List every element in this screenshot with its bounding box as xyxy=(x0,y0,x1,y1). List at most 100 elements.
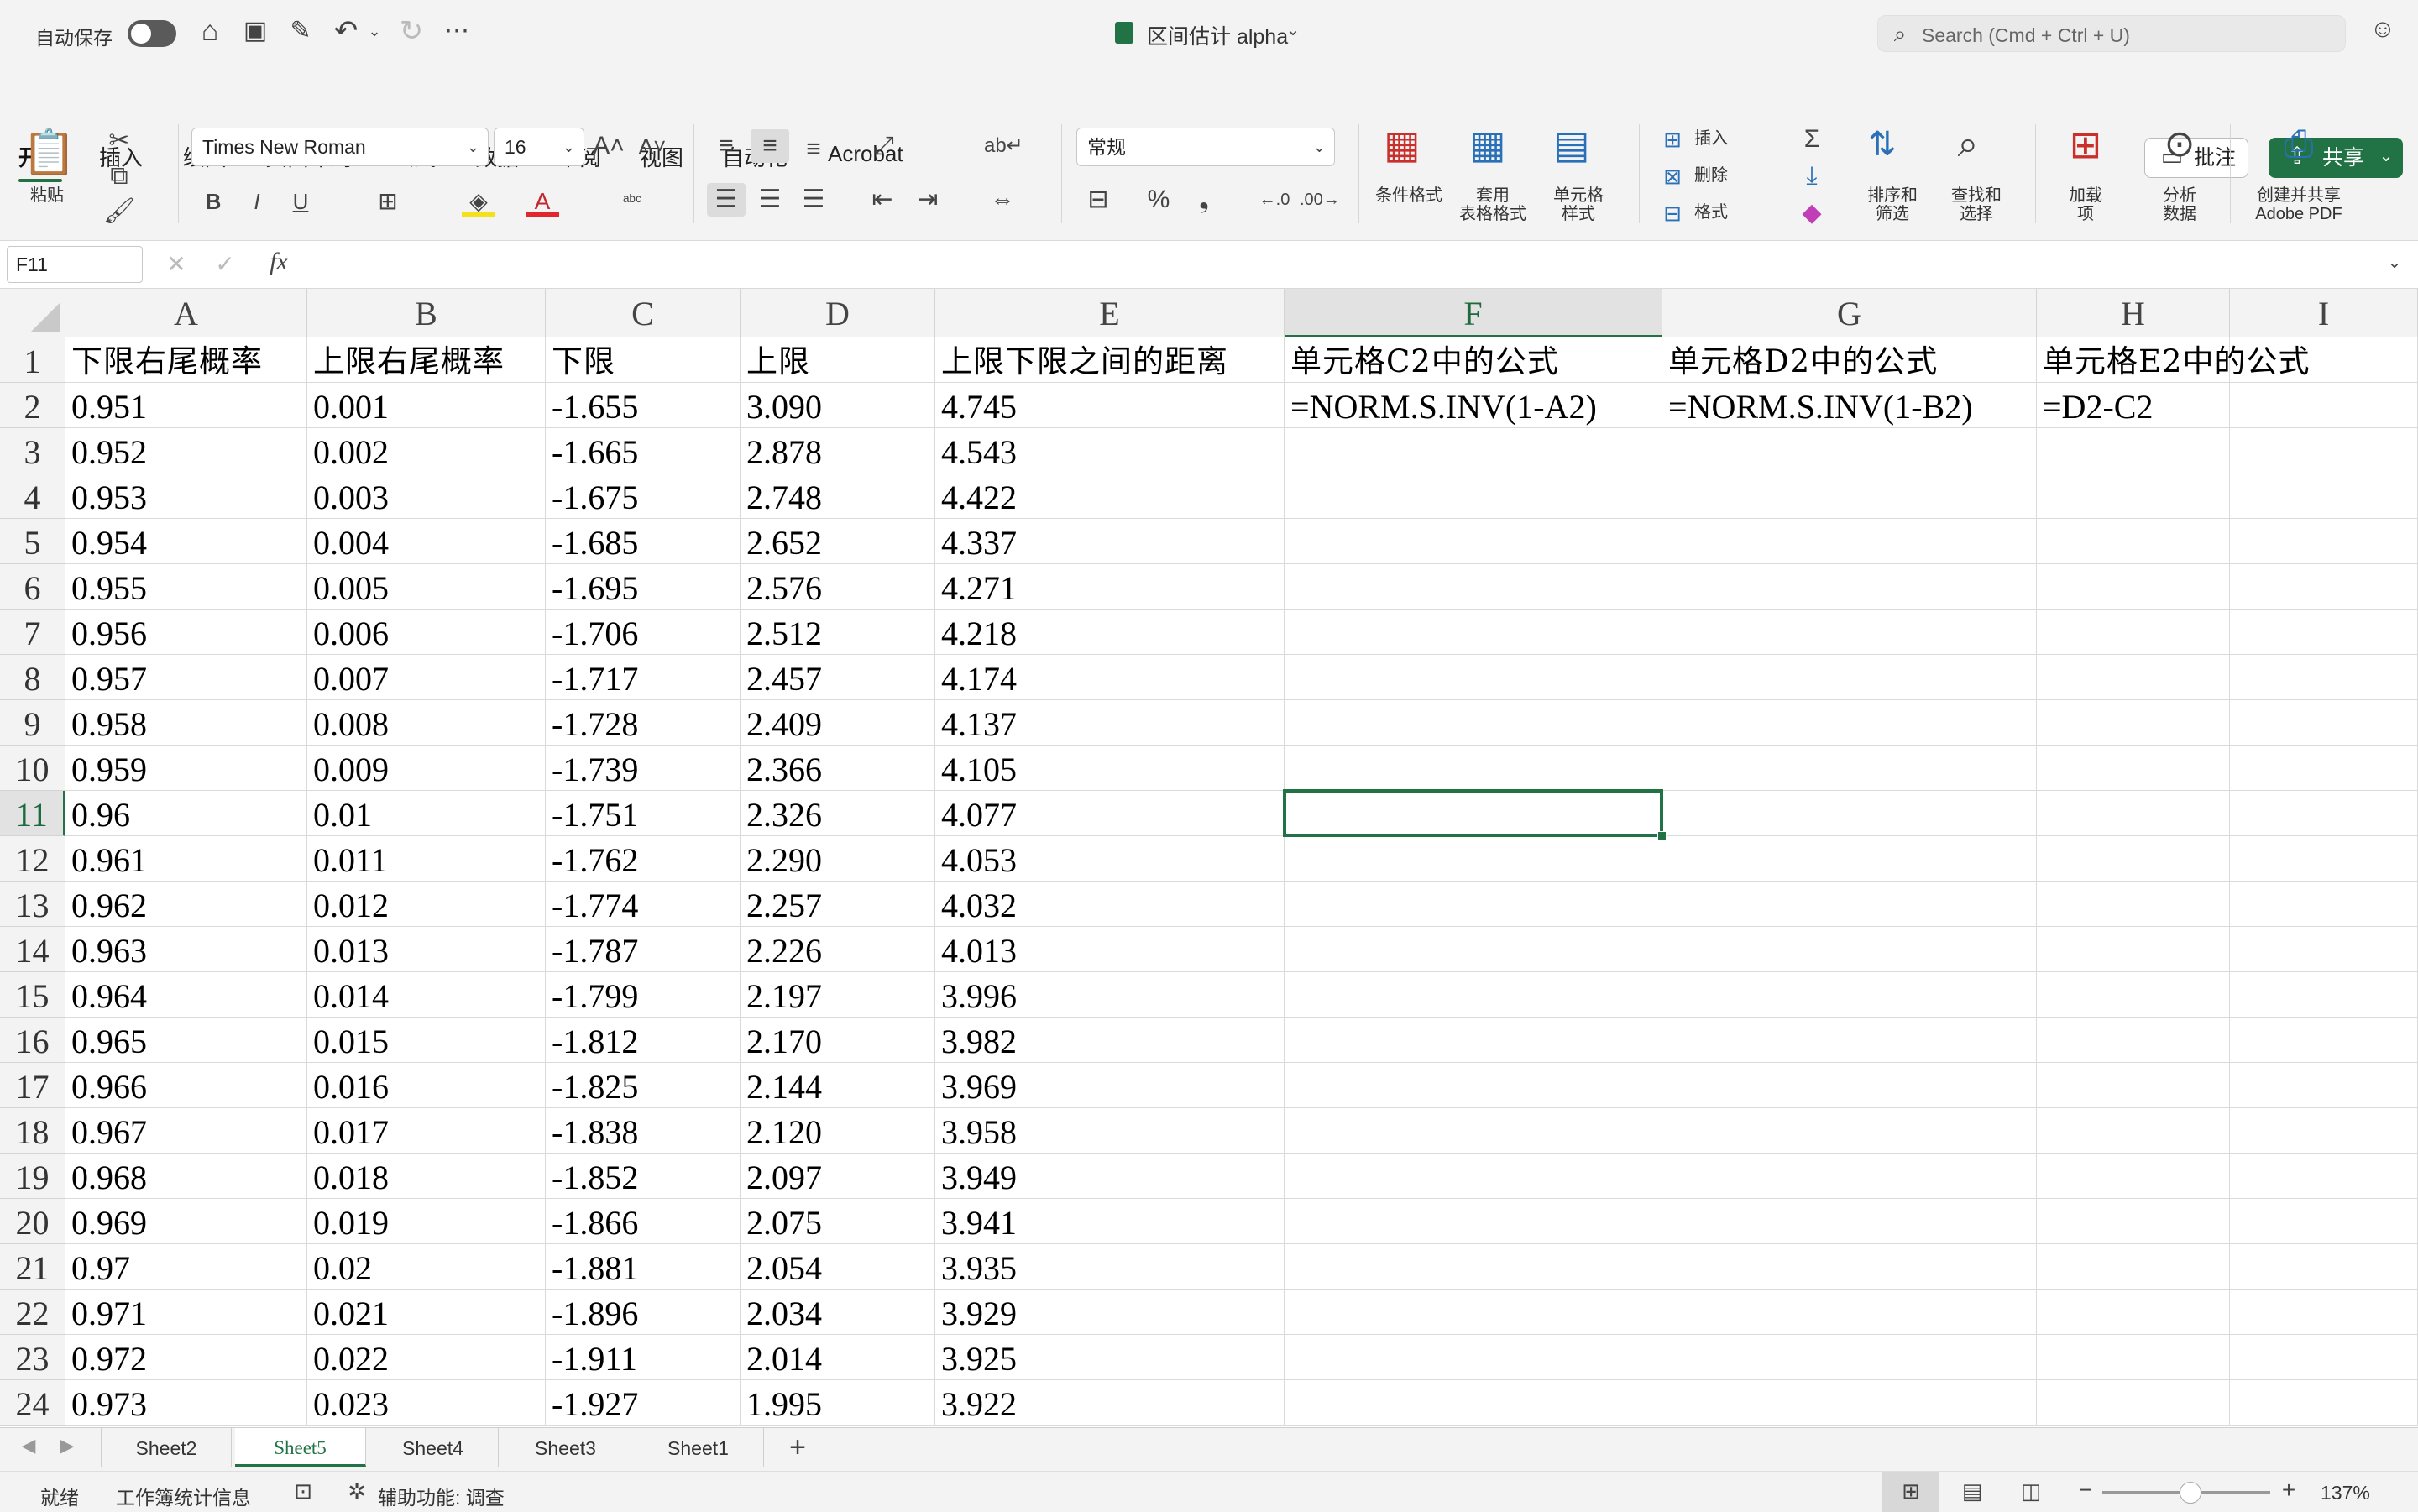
table-cell[interactable] xyxy=(2230,1154,2418,1199)
table-cell[interactable]: 0.01 xyxy=(307,791,546,836)
copy-icon[interactable]: ⧉ xyxy=(102,160,136,193)
table-cell[interactable] xyxy=(2037,610,2230,655)
table-cell[interactable] xyxy=(1285,700,1662,746)
table-cell[interactable]: 3.958 xyxy=(935,1108,1285,1154)
table-cell[interactable] xyxy=(2037,1063,2230,1108)
table-cell[interactable] xyxy=(1285,1244,1662,1290)
table-cell[interactable]: 0.022 xyxy=(307,1335,546,1380)
column-header[interactable]: H xyxy=(2037,289,2230,337)
table-cell[interactable]: 2.226 xyxy=(741,927,935,972)
row-header[interactable]: 17 xyxy=(0,1063,65,1108)
table-cell[interactable] xyxy=(2037,791,2230,836)
sheet-tab-sheet2[interactable]: Sheet2 xyxy=(101,1428,232,1467)
table-cell[interactable]: 2.878 xyxy=(741,428,935,473)
conditional-format-icon[interactable]: ▦ xyxy=(1375,125,1429,175)
table-cell[interactable] xyxy=(2230,655,2418,700)
table-cell[interactable]: =NORM.S.INV(1-A2) xyxy=(1285,383,1662,428)
header-cell[interactable] xyxy=(2230,337,2418,383)
table-cell[interactable]: =D2-C2 xyxy=(2037,383,2230,428)
table-cell[interactable]: 2.366 xyxy=(741,746,935,791)
row-header[interactable]: 24 xyxy=(0,1380,65,1426)
table-cell[interactable] xyxy=(1285,1335,1662,1380)
table-cell[interactable]: 1.995 xyxy=(741,1380,935,1426)
search-box[interactable]: ⌕ Search (Cmd + Ctrl + U) xyxy=(1877,15,2346,52)
table-cell[interactable]: 2.409 xyxy=(741,700,935,746)
table-cell[interactable] xyxy=(1285,1018,1662,1063)
table-cell[interactable]: -1.751 xyxy=(546,791,741,836)
table-cell[interactable] xyxy=(1662,836,2037,882)
table-cell[interactable]: 0.963 xyxy=(65,927,307,972)
redo-icon[interactable]: ↻ xyxy=(395,17,428,45)
table-cell[interactable]: 0.018 xyxy=(307,1154,546,1199)
create-pdf-icon[interactable]: ⎙ xyxy=(2272,126,2326,175)
paste-icon[interactable]: 📋 xyxy=(22,128,76,178)
table-cell[interactable]: 3.941 xyxy=(935,1199,1285,1244)
table-cell[interactable] xyxy=(2230,972,2418,1018)
find-select-label-2[interactable]: 选择 xyxy=(1936,205,2017,223)
phonetic-icon[interactable]: ᵃᵇᶜ xyxy=(613,185,652,218)
align-middle-icon[interactable]: ≡ xyxy=(751,129,789,163)
underline-icon[interactable]: U xyxy=(285,185,316,218)
number-format-combo[interactable]: 常规 ⌄ xyxy=(1076,128,1335,166)
table-cell[interactable]: -1.762 xyxy=(546,836,741,882)
table-cell[interactable] xyxy=(2037,836,2230,882)
header-cell[interactable]: 单元格E2中的公式 xyxy=(2037,337,2310,383)
row-header[interactable]: 23 xyxy=(0,1335,65,1380)
table-cell[interactable]: 3.925 xyxy=(935,1335,1285,1380)
table-cell[interactable]: -1.812 xyxy=(546,1018,741,1063)
table-cell[interactable]: 4.174 xyxy=(935,655,1285,700)
table-cell[interactable]: 3.935 xyxy=(935,1244,1285,1290)
table-cell[interactable]: -1.787 xyxy=(546,927,741,972)
row-header[interactable]: 3 xyxy=(0,428,65,473)
analyze-data-icon[interactable]: ⊙ xyxy=(2153,126,2206,175)
cell-styles-label-2[interactable]: 样式 xyxy=(1538,205,1619,223)
row-header[interactable]: 19 xyxy=(0,1154,65,1199)
title-chevron-down-icon[interactable]: ⌄ xyxy=(1285,22,1301,39)
table-cell[interactable] xyxy=(2230,564,2418,610)
add-sheet-icon[interactable]: + xyxy=(781,1433,814,1462)
align-bottom-icon[interactable]: ≡ xyxy=(796,133,831,166)
table-cell[interactable]: 0.956 xyxy=(65,610,307,655)
align-left-icon[interactable]: ☰ xyxy=(707,183,746,217)
table-cell[interactable] xyxy=(1662,1108,2037,1154)
column-header[interactable]: F xyxy=(1285,289,1662,337)
header-cell[interactable]: 下限 xyxy=(546,337,741,383)
sort-filter-label-1[interactable]: 排序和 xyxy=(1852,186,1933,205)
table-cell[interactable]: -1.825 xyxy=(546,1063,741,1108)
table-cell[interactable] xyxy=(2037,882,2230,927)
table-cell[interactable]: 2.652 xyxy=(741,519,935,564)
table-cell[interactable]: 2.075 xyxy=(741,1199,935,1244)
table-cell[interactable]: 0.973 xyxy=(65,1380,307,1426)
table-cell[interactable] xyxy=(2230,836,2418,882)
table-cell[interactable]: -1.866 xyxy=(546,1199,741,1244)
sheet-tab-sheet3[interactable]: Sheet3 xyxy=(500,1428,631,1467)
table-cell[interactable]: -1.665 xyxy=(546,428,741,473)
analyze-data-label-2[interactable]: 数据 xyxy=(2139,205,2220,223)
table-cell[interactable] xyxy=(2230,428,2418,473)
table-cell[interactable]: 0.959 xyxy=(65,746,307,791)
percent-icon[interactable]: % xyxy=(1142,183,1175,217)
table-cell[interactable] xyxy=(1662,1154,2037,1199)
table-cell[interactable]: 2.512 xyxy=(741,610,935,655)
header-cell[interactable]: 上限 xyxy=(741,337,935,383)
align-center-icon[interactable]: ☰ xyxy=(752,183,788,217)
table-cell[interactable]: 0.015 xyxy=(307,1018,546,1063)
column-header[interactable]: E xyxy=(935,289,1285,337)
row-header[interactable]: 1 xyxy=(0,337,65,383)
table-cell[interactable] xyxy=(2230,1244,2418,1290)
sheet-tab-sheet4[interactable]: Sheet4 xyxy=(368,1428,499,1467)
table-cell[interactable] xyxy=(1662,972,2037,1018)
italic-icon[interactable]: I xyxy=(242,185,272,218)
row-header[interactable]: 20 xyxy=(0,1199,65,1244)
table-cell[interactable]: 4.745 xyxy=(935,383,1285,428)
worksheet-grid[interactable]: A B C D E F G H I 1 下限右尾概率 上限右尾概率 下限 上限 上限下限之间的距离 单元格C2… xyxy=(0,289,2418,1427)
table-cell[interactable]: 0.952 xyxy=(65,428,307,473)
table-cell[interactable] xyxy=(2230,519,2418,564)
row-header[interactable]: 7 xyxy=(0,610,65,655)
cell-styles-label-1[interactable]: 单元格 xyxy=(1538,186,1619,205)
table-cell[interactable] xyxy=(1285,1380,1662,1426)
create-pdf-label-2[interactable]: Adobe PDF xyxy=(2238,205,2359,223)
table-cell[interactable]: 2.748 xyxy=(741,473,935,519)
save-as-icon[interactable]: ✎ xyxy=(284,18,317,44)
table-cell[interactable]: 0.021 xyxy=(307,1290,546,1335)
